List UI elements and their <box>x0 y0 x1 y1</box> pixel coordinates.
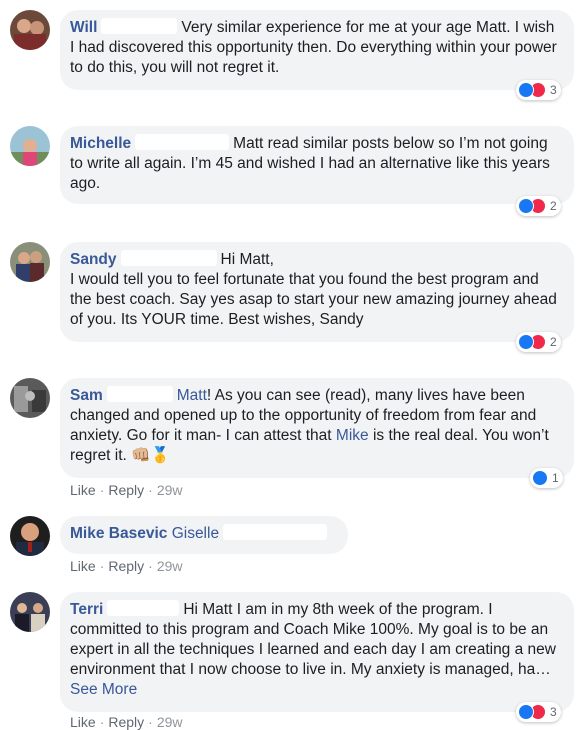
reaction-count: 3 <box>550 705 557 719</box>
see-more-link[interactable]: See More <box>70 681 137 698</box>
timestamp[interactable]: 29w <box>157 482 183 498</box>
reaction-summary[interactable]: 1 <box>530 468 563 488</box>
comment-actions: Like · Reply · 29w <box>70 558 183 574</box>
avatar-photo <box>10 378 50 418</box>
avatar-photo <box>10 10 50 50</box>
like-link[interactable]: Like <box>70 482 96 498</box>
like-reaction-icon <box>518 198 534 214</box>
comment-author[interactable]: Will <box>70 19 97 36</box>
comment-author[interactable]: Mike Basevic <box>70 525 167 542</box>
like-link[interactable]: Like <box>70 558 96 574</box>
comment-author[interactable]: Terri <box>70 601 103 618</box>
redacted-name <box>106 386 173 402</box>
comment-bubble: Mike Basevic Giselle <box>60 516 348 554</box>
reaction-count: 2 <box>550 335 557 349</box>
avatar-photo <box>10 592 50 632</box>
mention-link[interactable]: Mike <box>336 427 369 444</box>
avatar-photo <box>10 126 50 166</box>
avatar-photo <box>10 516 50 556</box>
redacted-name <box>101 18 178 34</box>
comment-bubble: Michelle Matt read similar posts below so… <box>60 126 574 204</box>
comment-bubble: Sam Matt! As you can see (read), many liv… <box>60 378 574 478</box>
redacted-name <box>120 250 217 266</box>
like-reaction-icon <box>518 704 534 720</box>
avatar[interactable] <box>10 126 50 166</box>
reaction-summary[interactable]: 2 <box>516 332 561 352</box>
avatar[interactable] <box>10 242 50 282</box>
comment-author[interactable]: Michelle <box>70 135 131 152</box>
reaction-count: 3 <box>550 83 557 97</box>
avatar[interactable] <box>10 10 50 50</box>
avatar[interactable] <box>10 592 50 632</box>
reaction-count: 1 <box>552 471 559 485</box>
reaction-summary[interactable]: 3 <box>516 80 561 100</box>
like-reaction-icon <box>518 334 534 350</box>
mention-link[interactable]: Giselle <box>172 525 219 542</box>
reply-link[interactable]: Reply <box>108 558 144 574</box>
like-reaction-icon <box>532 470 548 486</box>
comment-greeting: Hi Matt, <box>220 251 274 268</box>
comment-text: I would tell you to feel fortunate that … <box>70 271 557 328</box>
mention-link[interactable]: Matt <box>177 387 207 404</box>
reaction-count: 2 <box>550 199 557 213</box>
redacted-name <box>223 524 328 540</box>
comment-actions: Like · Reply · 29w <box>70 482 183 498</box>
comment-author[interactable]: Sam <box>70 387 103 404</box>
timestamp[interactable]: 29w <box>157 558 183 574</box>
avatar[interactable] <box>10 378 50 418</box>
reply-link[interactable]: Reply <box>108 482 144 498</box>
comment-bubble: Sandy Hi Matt, I would tell you to feel f… <box>60 242 574 342</box>
avatar-photo <box>10 242 50 282</box>
redacted-name <box>107 600 180 616</box>
comment-author[interactable]: Sandy <box>70 251 117 268</box>
avatar[interactable] <box>10 516 50 556</box>
reaction-summary[interactable]: 3 <box>516 702 561 722</box>
reaction-summary[interactable]: 2 <box>516 196 561 216</box>
comment-bubble: Terri Hi Matt I am in my 8th week of the … <box>60 592 574 712</box>
like-reaction-icon <box>518 82 534 98</box>
redacted-name <box>135 134 230 150</box>
comment-bubble: Will Very similar experience for me at yo… <box>60 10 574 90</box>
